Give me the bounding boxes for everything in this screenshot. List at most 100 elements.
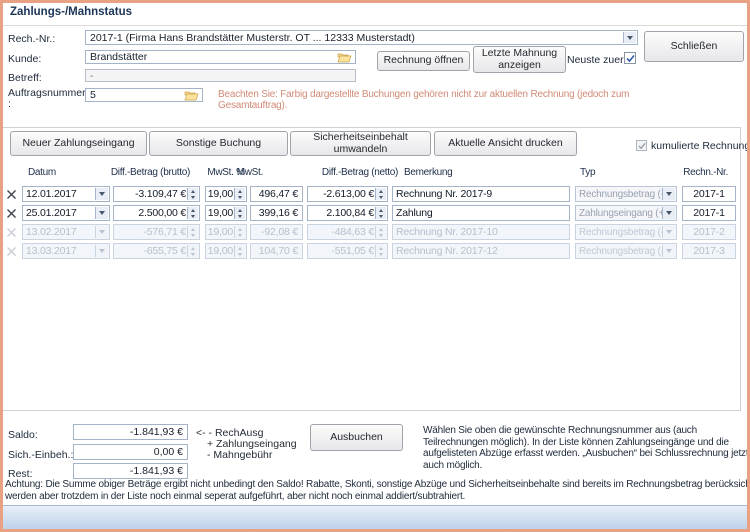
mwst-prozent-spinner[interactable]	[234, 207, 245, 219]
datum-field: 13.03.2017	[22, 243, 110, 259]
column-header-bemerkung: Bemerkung	[404, 167, 452, 178]
neuer-zahlungseingang-button[interactable]: Neuer Zahlungseingang	[10, 131, 147, 156]
netto-field[interactable]: 2.100,84 €	[307, 205, 388, 221]
column-header-datum: Datum	[28, 167, 56, 178]
spinner-up-icon	[238, 209, 242, 212]
mwst-prozent-field[interactable]: 19,00	[205, 205, 247, 221]
table-row: 13.03.2017 -655,75 € 19,00 104,70 € -551…	[0, 243, 742, 260]
datum-dropdown-button	[95, 245, 108, 257]
spinner-up-icon	[379, 190, 383, 193]
rechn-nr-value: 2017-2	[693, 226, 725, 238]
sicherheitseinbehalt-umwandeln-button[interactable]: Sicherheitseinbehalt umwandeln	[290, 131, 431, 156]
mwst-value: 104,70 €	[259, 245, 298, 257]
chevron-down-icon	[666, 211, 672, 215]
sonstige-buchung-button[interactable]: Sonstige Buchung	[149, 131, 288, 156]
netto-spinner[interactable]	[375, 207, 386, 219]
brutto-spinner[interactable]	[187, 188, 198, 200]
typ-dropdown: Rechnungsbetrag (-)	[575, 243, 677, 259]
rechn-nr-field: 2017-1	[682, 205, 736, 221]
chevron-down-icon	[99, 192, 105, 196]
datum-dropdown-button[interactable]	[95, 188, 108, 200]
rechn-nr-field: 2017-2	[682, 224, 736, 240]
column-header-brutto: Diff.-Betrag (brutto)	[110, 167, 190, 178]
chevron-down-icon	[666, 192, 672, 196]
spinner-down-icon	[191, 234, 195, 237]
datum-field[interactable]: 25.01.2017	[22, 205, 110, 221]
betreff-value: -	[86, 70, 355, 82]
netto-value: -551,05 €	[331, 245, 374, 257]
bemerkung-field[interactable]: Zahlung	[392, 205, 570, 221]
auftragsnummer-field[interactable]: 5	[85, 88, 203, 102]
datum-value: 13.02.2017	[26, 226, 77, 238]
netto-field[interactable]: -2.613,00 €	[307, 186, 388, 202]
datum-dropdown-button[interactable]	[95, 207, 108, 219]
check-icon	[626, 54, 635, 63]
aktuelle-ansicht-drucken-button[interactable]: Aktuelle Ansicht drucken	[434, 131, 577, 156]
saldo-label: Saldo:	[8, 429, 38, 441]
mwst-prozent-field[interactable]: 19,00	[205, 186, 247, 202]
brutto-field[interactable]: 2.500,00 €	[113, 205, 200, 221]
kunde-folder-icon[interactable]	[336, 52, 353, 62]
rech-nr-dropdown-button[interactable]	[623, 32, 636, 43]
delete-row-icon	[5, 245, 17, 257]
mwst-value: -92,08 €	[261, 226, 298, 238]
bemerkung-field: Rechnung Nr. 2017-10	[392, 224, 570, 240]
mwst-prozent-spinner[interactable]	[234, 188, 245, 200]
delete-row-icon[interactable]	[5, 207, 17, 219]
netto-spinner[interactable]	[375, 188, 386, 200]
delete-row-icon[interactable]	[5, 188, 17, 200]
datum-value: 13.03.2017	[26, 245, 77, 257]
rest-field: -1.841,93 €	[73, 463, 188, 479]
typ-dropdown-button	[662, 188, 675, 200]
spinner-up-icon	[191, 209, 195, 212]
chevron-down-icon	[99, 211, 105, 215]
zahlungs-mahnstatus-dialog: Zahlungs-/Mahnstatus Rech.-Nr.: Kunde: B…	[0, 0, 750, 532]
mwst-prozent-field: 19,00	[205, 224, 247, 240]
rech-nr-value: 2017-1 (Firma Hans Brandstätter Musterst…	[86, 32, 637, 44]
rech-nr-combobox[interactable]: 2017-1 (Firma Hans Brandstätter Musterst…	[85, 30, 638, 45]
schliessen-button[interactable]: Schließen	[644, 31, 744, 62]
spinner-up-icon	[379, 247, 383, 250]
typ-dropdown-button	[662, 245, 675, 257]
mwst-prozent-field: 19,00	[205, 243, 247, 259]
brutto-field: -655,75 €	[113, 243, 200, 259]
brutto-spinner[interactable]	[187, 207, 198, 219]
spinner-down-icon	[238, 196, 242, 199]
sich-einbeh-field: 0,00 €	[73, 444, 188, 460]
help-text: Wählen Sie oben die gewünschte Rechnungs…	[423, 425, 748, 471]
spinner-up-icon	[238, 190, 242, 193]
bemerkung-field: Rechnung Nr. 2017-12	[392, 243, 570, 259]
spinner-up-icon	[191, 247, 195, 250]
brutto-field[interactable]: -3.109,47 €	[113, 186, 200, 202]
typ-dropdown: Zahlungseingang (+)	[575, 205, 677, 221]
chevron-down-icon	[627, 36, 633, 40]
mwst-field: -92,08 €	[250, 224, 303, 240]
saldo-field: -1.841,93 €	[73, 424, 188, 440]
mwst-prozent-value: 19,00	[208, 226, 233, 238]
datum-field[interactable]: 12.01.2017	[22, 186, 110, 202]
bemerkung-field[interactable]: Rechnung Nr. 2017-9	[392, 186, 570, 202]
rechnung-oeffnen-button[interactable]: Rechnung öffnen	[377, 51, 470, 71]
rechn-nr-field: 2017-3	[682, 243, 736, 259]
ausbuchen-button[interactable]: Ausbuchen	[310, 424, 403, 451]
column-header-netto: Diff.-Betrag (netto)	[318, 167, 398, 178]
betreff-label: Betreff:	[8, 72, 42, 84]
letzte-mahnung-button[interactable]: Letzte Mahnung anzeigen	[473, 46, 566, 73]
column-header-rechn-nr: Rechn.-Nr.	[660, 167, 728, 178]
rest-value: -1.841,93 €	[74, 465, 187, 477]
auftragsnummer-folder-icon[interactable]	[183, 90, 200, 100]
rechn-nr-value: 2017-1	[693, 188, 725, 200]
chevron-down-icon	[666, 249, 672, 253]
check-icon	[638, 142, 646, 150]
mwst-field: 496,47 €	[250, 186, 303, 202]
table-row: 13.02.2017 -576,71 € 19,00 -92,08 € -484…	[0, 224, 742, 241]
neuste-zuerst-checkbox[interactable]	[624, 52, 636, 64]
spinner-down-icon	[379, 196, 383, 199]
column-header-mwst: MwSt.	[213, 167, 263, 178]
typ-value: Rechnungsbetrag (-)	[579, 246, 667, 257]
netto-spinner	[375, 226, 386, 238]
farbige-buchungen-hint: Beachten Sie: Farbig dargestellte Buchun…	[218, 89, 629, 111]
kunde-field[interactable]: Brandstätter	[85, 50, 356, 64]
typ-value: Rechnungsbetrag (-)	[579, 227, 667, 238]
kumulierte-rechnung-label: kumulierte Rechnung	[651, 140, 750, 152]
